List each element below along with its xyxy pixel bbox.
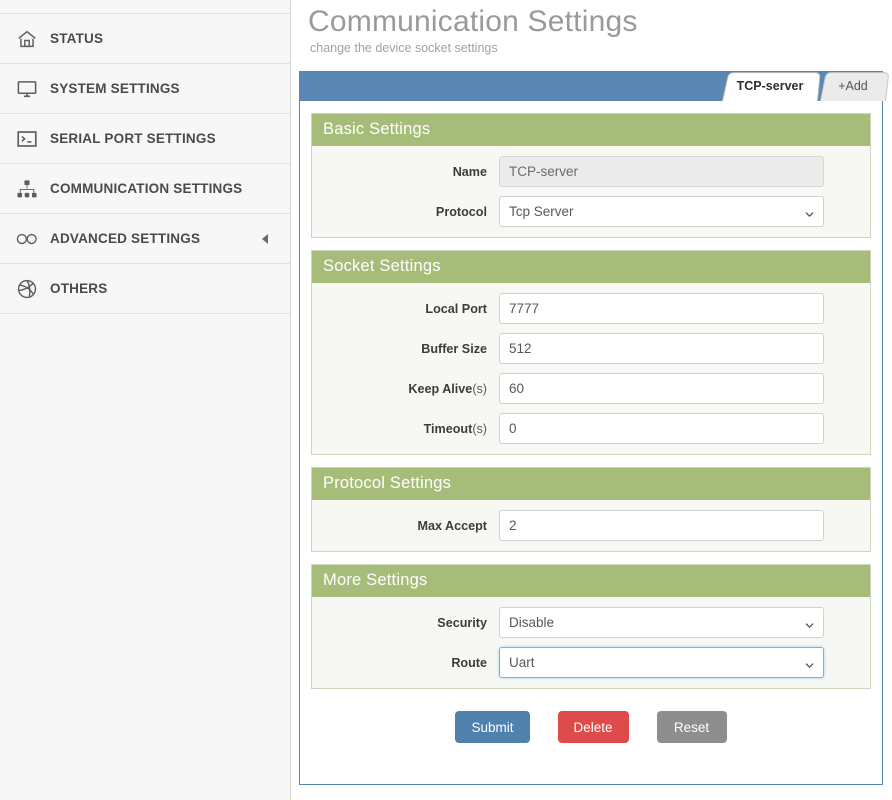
submit-button[interactable]: Submit [455,711,530,743]
section-basic-settings: Basic Settings Name Protocol Tcp Server [311,113,871,238]
field-label-text: Route [451,655,487,670]
buffer-size-input[interactable] [499,333,824,364]
sitemap-icon [12,174,42,204]
home-icon [12,24,42,54]
security-select[interactable]: Disable [499,607,824,638]
sidebar-item-label: ADVANCED SETTINGS [50,231,201,246]
route-select-wrapper: Uart [499,647,824,678]
section-body: Security Disable Route Uart [312,597,870,688]
section-body: Local PortBuffer SizeKeep Alive(s)Timeou… [312,283,870,454]
terminal-icon [12,124,42,154]
panel-toolbar: TCP-server +Add [300,71,890,101]
content-area: Communication Settings change the device… [291,0,892,800]
section-title: More Settings [312,565,870,597]
section-title: Basic Settings [312,114,870,146]
protocol-select[interactable]: Tcp Server [499,196,824,227]
section-title: Socket Settings [312,251,870,283]
panel-body: Basic Settings Name Protocol Tcp Server Sock… [300,101,882,743]
field-row: Name [312,156,870,187]
field-label: Name [312,165,499,179]
field-control [499,333,824,364]
sidebar-item-serial-port-settings[interactable]: SERIAL PORT SETTINGS [0,114,290,164]
timeout-input[interactable] [499,413,824,444]
keep-alive-input[interactable] [499,373,824,404]
field-row: Timeout(s) [312,413,870,444]
field-label-text: Keep Alive [408,381,473,396]
sidebar-item-others[interactable]: OTHERS [0,264,290,314]
delete-button[interactable]: Delete [557,711,629,743]
tab-strip: TCP-server +Add [720,71,890,101]
field-label-unit: (s) [472,381,487,396]
name-input [499,156,824,187]
monitor-icon [12,74,42,104]
section-title: Protocol Settings [312,468,870,500]
tab-add[interactable]: +Add [820,71,890,101]
field-label-text: Max Accept [417,518,487,533]
sidebar-item-label: SERIAL PORT SETTINGS [50,131,216,146]
field-row: Security Disable [312,607,870,638]
chevron-left-icon[interactable] [262,233,268,244]
field-row: Max Accept [312,510,870,541]
settings-panel: TCP-server +Add Basic Settings Name Protoco… [299,71,890,785]
sidebar-item-label: STATUS [50,31,104,46]
field-label: Max Accept [312,519,499,533]
field-label: Route [312,656,499,670]
section-body: Name Protocol Tcp Server [312,146,870,237]
tab-label: TCP-server [736,79,804,93]
field-row: Route Uart [312,647,870,678]
infinity-icon [12,224,42,254]
sidebar-item-advanced-settings[interactable]: ADVANCED SETTINGS [0,214,290,264]
field-label: Keep Alive(s) [312,382,499,396]
page-subtitle: change the device socket settings [310,41,498,55]
field-control [499,373,824,404]
sidebar: STATUS SYSTEM SETTINGS SERIAL PORT SETTING… [0,0,291,800]
app-root: STATUS SYSTEM SETTINGS SERIAL PORT SETTING… [0,0,892,800]
field-control [499,293,824,324]
local-port-input[interactable] [499,293,824,324]
sidebar-item-system-settings[interactable]: SYSTEM SETTINGS [0,64,290,114]
field-control [499,510,824,541]
max-accept-input[interactable] [499,510,824,541]
field-label-unit: (s) [472,421,487,436]
field-control: Uart [499,647,824,678]
section-more-settings: More Settings Security Disable Route Uart [311,564,871,689]
field-control [499,413,824,444]
page-title: Communication Settings [308,5,638,38]
field-label-text: Protocol [435,204,487,219]
field-label: Protocol [312,205,499,219]
security-select-wrapper: Disable [499,607,824,638]
sidebar-top-strip [0,0,290,14]
sidebar-item-status[interactable]: STATUS [0,14,290,64]
section-body: Max Accept [312,500,870,551]
tab-tcp-server[interactable]: TCP-server [722,71,821,101]
action-button-row: Submit Delete Reset [311,701,871,743]
field-label-text: Local Port [425,301,487,316]
field-control: Tcp Server [499,196,824,227]
field-control: Disable [499,607,824,638]
reset-button[interactable]: Reset [656,711,727,743]
sidebar-item-communication-settings[interactable]: COMMUNICATION SETTINGS [0,164,290,214]
field-label-text: Buffer Size [421,341,487,356]
sidebar-item-label: SYSTEM SETTINGS [50,81,180,96]
sidebar-item-label: COMMUNICATION SETTINGS [50,181,243,196]
field-control [499,156,824,187]
route-select[interactable]: Uart [499,647,824,678]
field-label-text: Name [452,164,487,179]
dribbble-ball-icon [12,274,42,304]
field-row: Keep Alive(s) [312,373,870,404]
field-label-text: Security [437,615,487,630]
protocol-select-wrapper: Tcp Server [499,196,824,227]
field-row: Protocol Tcp Server [312,196,870,227]
field-label: Local Port [312,302,499,316]
tab-label: +Add [838,79,868,93]
sidebar-item-label: OTHERS [50,281,108,296]
section-protocol-settings: Protocol Settings Max Accept [311,467,871,552]
field-label-text: Timeout [423,421,473,436]
field-label: Buffer Size [312,342,499,356]
field-row: Local Port [312,293,870,324]
field-row: Buffer Size [312,333,870,364]
field-label: Timeout(s) [312,422,499,436]
field-label: Security [312,616,499,630]
section-socket-settings: Socket Settings Local Port Buffer Size Keep… [311,250,871,455]
